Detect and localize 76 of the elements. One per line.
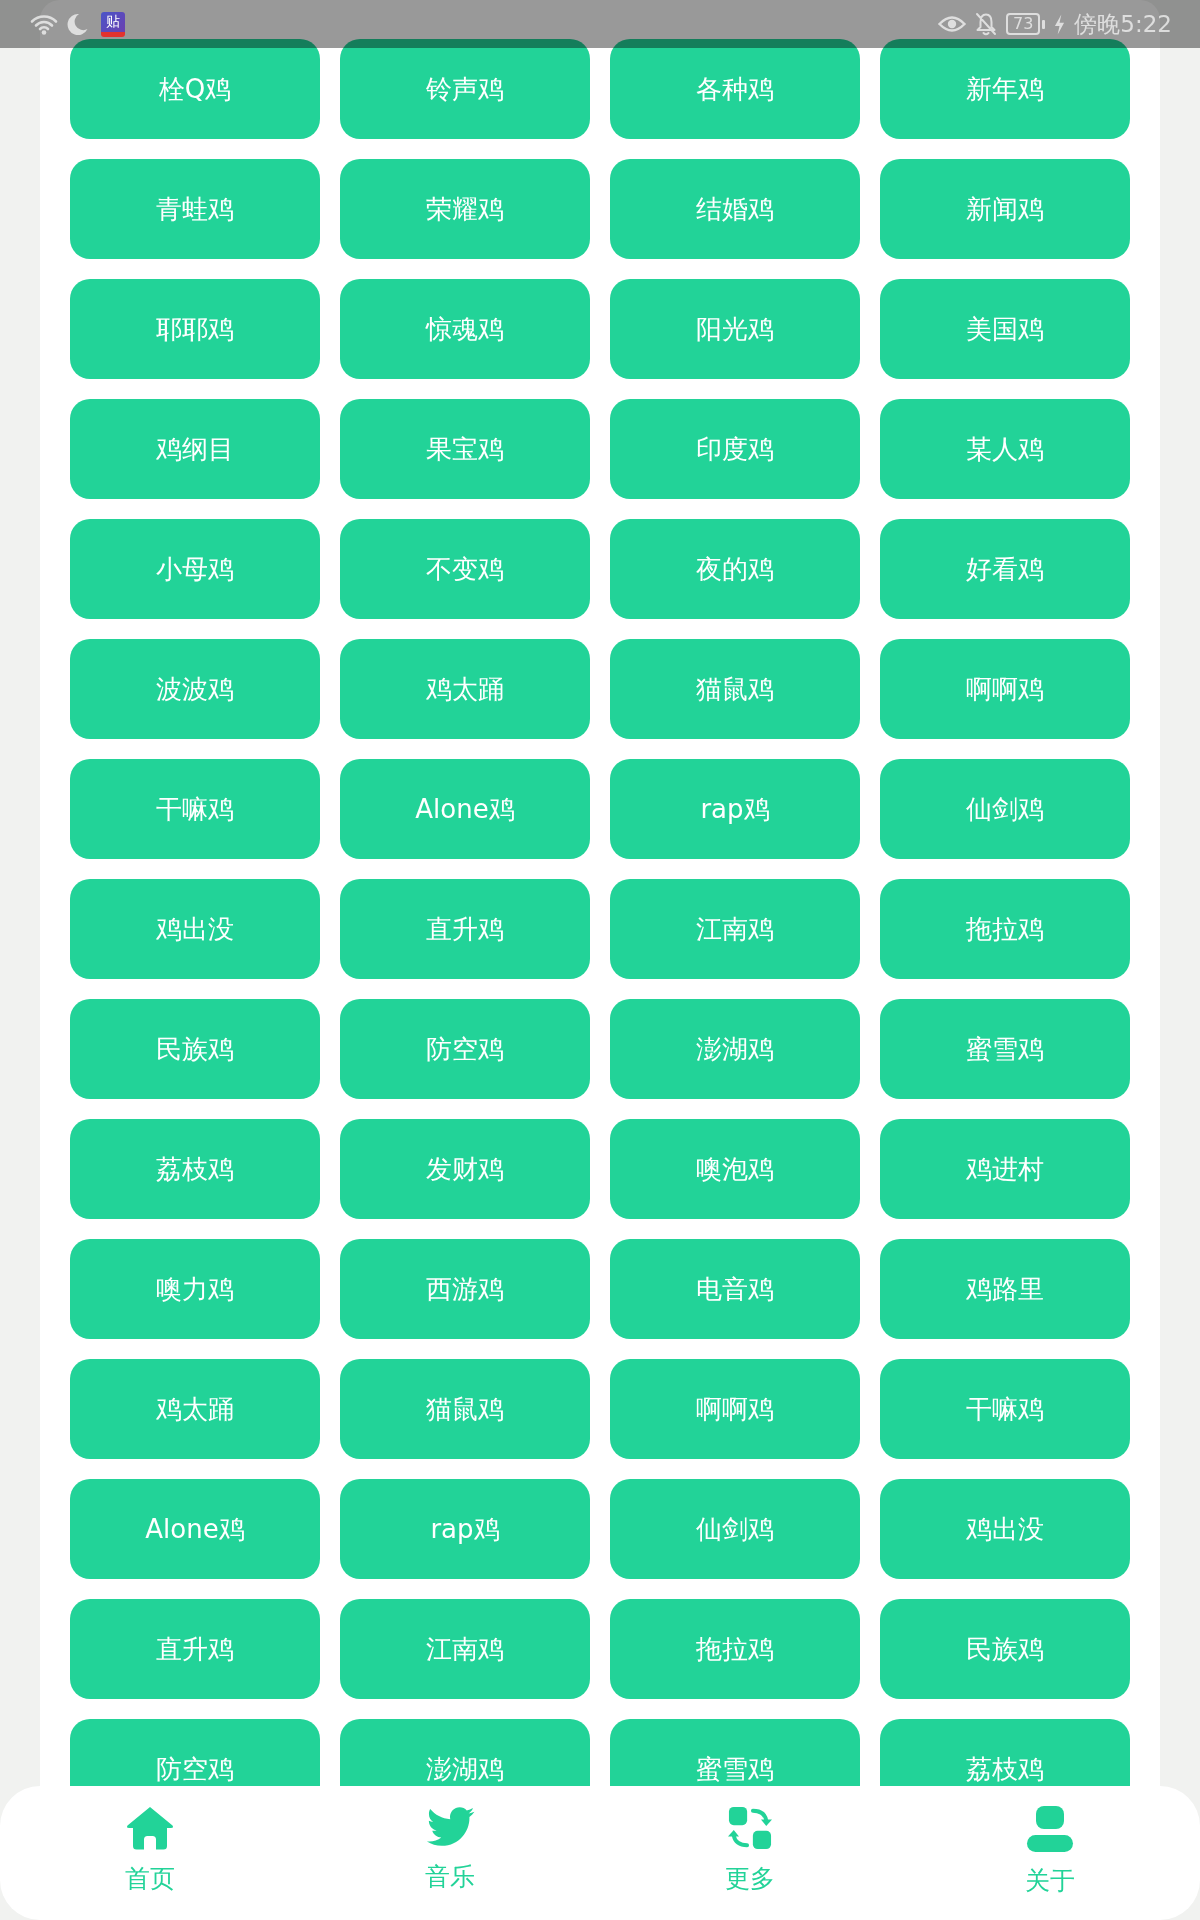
sound-button[interactable]: 直升鸡: [70, 1599, 320, 1699]
nav-tab[interactable]: 首页: [125, 1806, 175, 1894]
sound-button[interactable]: 夜的鸡: [610, 519, 860, 619]
sound-button[interactable]: 铃声鸡: [340, 39, 590, 139]
sound-button[interactable]: 民族鸡: [880, 1599, 1130, 1699]
sound-button[interactable]: 民族鸡: [70, 999, 320, 1099]
sound-button[interactable]: 鸡纲目: [70, 399, 320, 499]
charging-bolt-icon: [1054, 13, 1066, 35]
squares-arrows-icon: [727, 1806, 773, 1850]
sound-button[interactable]: Alone鸡: [70, 1479, 320, 1579]
sound-button[interactable]: 发财鸡: [340, 1119, 590, 1219]
sound-button[interactable]: 啊啊鸡: [880, 639, 1130, 739]
sound-button[interactable]: 小母鸡: [70, 519, 320, 619]
sound-button[interactable]: 果宝鸡: [340, 399, 590, 499]
nav-tab[interactable]: 音乐: [425, 1806, 475, 1892]
sound-button[interactable]: 西游鸡: [340, 1239, 590, 1339]
sound-button[interactable]: 蜜雪鸡: [880, 999, 1130, 1099]
sound-button[interactable]: rap鸡: [610, 759, 860, 859]
sound-button[interactable]: 各种鸡: [610, 39, 860, 139]
sound-button[interactable]: 干嘛鸡: [70, 759, 320, 859]
sound-button[interactable]: Alone鸡: [340, 759, 590, 859]
sound-button[interactable]: 鸡进村: [880, 1119, 1130, 1219]
sound-button[interactable]: 拖拉鸡: [610, 1599, 860, 1699]
bell-off-icon: [975, 12, 997, 36]
sound-button[interactable]: 新年鸡: [880, 39, 1130, 139]
sound-button[interactable]: 不变鸡: [340, 519, 590, 619]
sound-button[interactable]: 鸡出没: [880, 1479, 1130, 1579]
sound-button[interactable]: 荔枝鸡: [70, 1119, 320, 1219]
moon-icon: [67, 13, 88, 35]
sound-button[interactable]: 波波鸡: [70, 639, 320, 739]
sound-button[interactable]: 仙剑鸡: [610, 1479, 860, 1579]
sound-button[interactable]: 新闻鸡: [880, 159, 1130, 259]
sound-button[interactable]: 澎湖鸡: [340, 1719, 590, 1786]
sound-button[interactable]: 阳光鸡: [610, 279, 860, 379]
sound-button[interactable]: 猫鼠鸡: [610, 639, 860, 739]
nav-tab[interactable]: 关于: [1025, 1806, 1075, 1896]
status-time: 傍晚5:22: [1074, 9, 1172, 39]
sound-button[interactable]: 拖拉鸡: [880, 879, 1130, 979]
sound-button[interactable]: 鸡路里: [880, 1239, 1130, 1339]
sound-button[interactable]: 江南鸡: [340, 1599, 590, 1699]
person-icon: [1026, 1806, 1074, 1852]
sound-button[interactable]: 蜜雪鸡: [610, 1719, 860, 1786]
home-icon: [126, 1806, 174, 1850]
sound-button[interactable]: 好看鸡: [880, 519, 1130, 619]
eye-icon: [938, 15, 966, 33]
wifi-icon: [30, 13, 58, 35]
sound-button[interactable]: 防空鸡: [340, 999, 590, 1099]
app-logo: 贴: [101, 11, 125, 37]
sound-button[interactable]: 耶耶鸡: [70, 279, 320, 379]
sound-button[interactable]: 电音鸡: [610, 1239, 860, 1339]
sound-button[interactable]: 噢泡鸡: [610, 1119, 860, 1219]
sound-button[interactable]: 江南鸡: [610, 879, 860, 979]
sound-button[interactable]: rap鸡: [340, 1479, 590, 1579]
sound-button[interactable]: 某人鸡: [880, 399, 1130, 499]
bird-icon: [425, 1806, 475, 1848]
battery-indicator: 73: [1006, 13, 1046, 35]
sound-button[interactable]: 噢力鸡: [70, 1239, 320, 1339]
sound-button[interactable]: 干嘛鸡: [880, 1359, 1130, 1459]
sound-button[interactable]: 美国鸡: [880, 279, 1130, 379]
sound-button[interactable]: 荔枝鸡: [880, 1719, 1130, 1786]
sound-button[interactable]: 印度鸡: [610, 399, 860, 499]
sound-button[interactable]: 结婚鸡: [610, 159, 860, 259]
sound-button[interactable]: 荣耀鸡: [340, 159, 590, 259]
sound-button[interactable]: 鸡太踊: [340, 639, 590, 739]
sound-button[interactable]: 惊魂鸡: [340, 279, 590, 379]
sound-button[interactable]: 鸡出没: [70, 879, 320, 979]
sound-button[interactable]: 猫鼠鸡: [340, 1359, 590, 1459]
sound-button[interactable]: 栓Q鸡: [70, 39, 320, 139]
sound-button[interactable]: 啊啊鸡: [610, 1359, 860, 1459]
nav-tab[interactable]: 更多: [725, 1806, 775, 1894]
sound-button[interactable]: 鸡太踊: [70, 1359, 320, 1459]
sound-button[interactable]: 澎湖鸡: [610, 999, 860, 1099]
sound-button[interactable]: 直升鸡: [340, 879, 590, 979]
sound-button[interactable]: 青蛙鸡: [70, 159, 320, 259]
sound-button[interactable]: 仙剑鸡: [880, 759, 1130, 859]
sound-button[interactable]: 防空鸡: [70, 1719, 320, 1786]
